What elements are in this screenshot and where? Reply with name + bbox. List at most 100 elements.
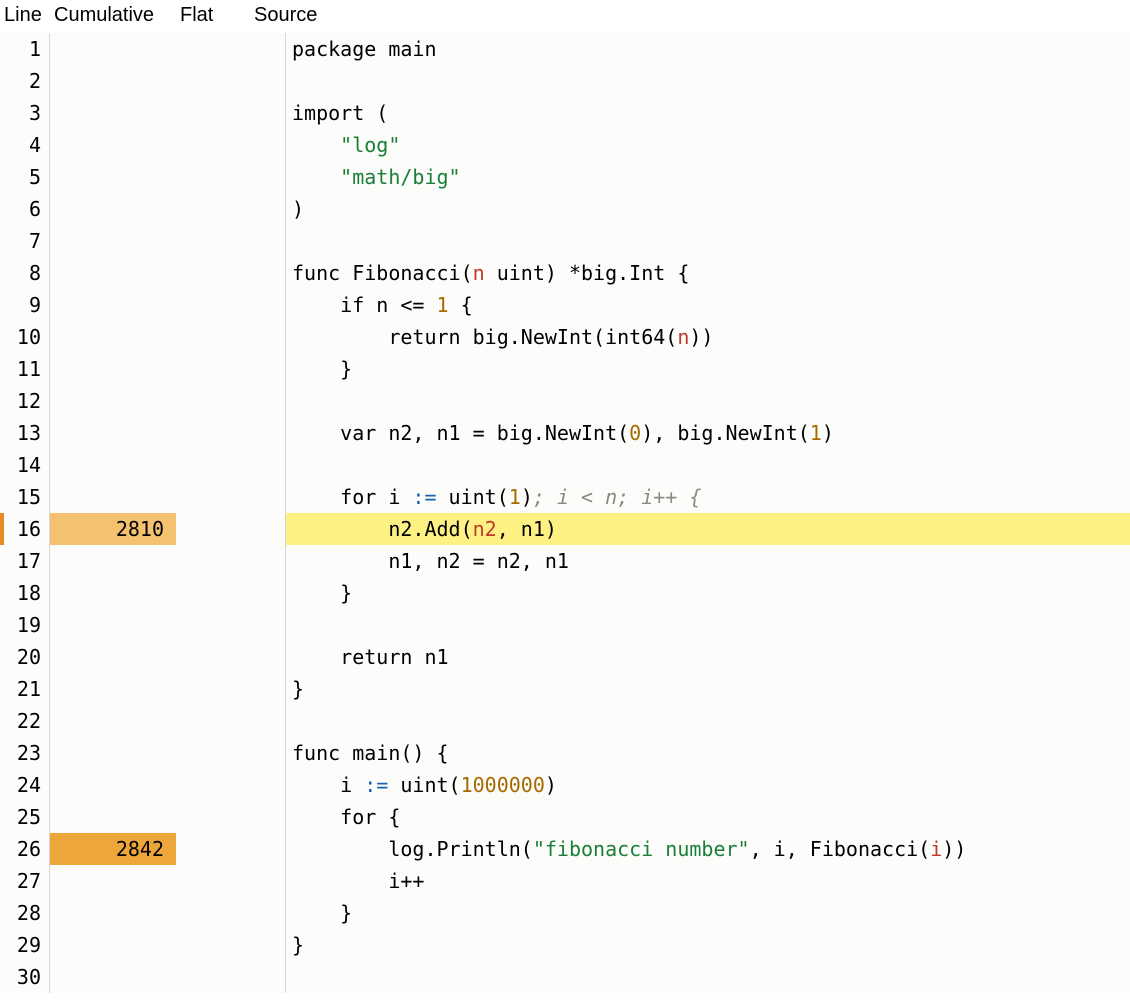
flat-value <box>176 577 240 609</box>
source-row[interactable]: 21} <box>0 673 1130 705</box>
gutter <box>240 417 286 449</box>
source-row[interactable]: 14 <box>0 449 1130 481</box>
source-code: n1, n2 = n2, n1 <box>286 545 1130 577</box>
source-row[interactable]: 15 for i := uint(1); i < n; i++ { <box>0 481 1130 513</box>
gutter <box>240 801 286 833</box>
source-row[interactable]: 18 } <box>0 577 1130 609</box>
flat-value <box>176 161 240 193</box>
source-row[interactable]: 8 func Fibonacci(n uint) *big.Int { <box>0 257 1130 289</box>
source-code <box>286 65 1130 97</box>
cumulative-value <box>50 289 176 321</box>
gutter <box>240 97 286 129</box>
source-row[interactable]: 262842 log.Println("fibonacci number", i… <box>0 833 1130 865</box>
source-code: n2.Add(n2, n1) <box>286 513 1130 545</box>
line-number: 20 <box>0 641 50 673</box>
source-row[interactable]: 11 } <box>0 353 1130 385</box>
flat-value <box>176 225 240 257</box>
flat-value <box>176 737 240 769</box>
source-row[interactable]: 1package main <box>0 33 1130 65</box>
source-row[interactable]: 7 <box>0 225 1130 257</box>
source-code: for i := uint(1); i < n; i++ { <box>286 481 1130 513</box>
source-code <box>286 225 1130 257</box>
line-number: 24 <box>0 769 50 801</box>
gutter <box>240 545 286 577</box>
source-code: i := uint(1000000) <box>286 769 1130 801</box>
column-header-flat[interactable]: Flat <box>180 4 244 27</box>
flat-value <box>176 609 240 641</box>
line-number: 8 <box>0 257 50 289</box>
source-row[interactable]: 20 return n1 <box>0 641 1130 673</box>
line-number: 13 <box>0 417 50 449</box>
source-code <box>286 449 1130 481</box>
flat-value <box>176 257 240 289</box>
source-code: i++ <box>286 865 1130 897</box>
column-header-line[interactable]: Line <box>4 4 54 27</box>
flat-value <box>176 513 240 545</box>
source-row[interactable]: 4 "log" <box>0 129 1130 161</box>
source-row[interactable]: 22 <box>0 705 1130 737</box>
source-code: } <box>286 929 1130 961</box>
source-row[interactable]: 5 "math/big" <box>0 161 1130 193</box>
line-number: 21 <box>0 673 50 705</box>
gutter <box>240 961 286 993</box>
gutter <box>240 353 286 385</box>
gutter <box>240 193 286 225</box>
line-number: 15 <box>0 481 50 513</box>
source-code: } <box>286 673 1130 705</box>
flat-value <box>176 289 240 321</box>
cumulative-value <box>50 385 176 417</box>
line-number: 28 <box>0 897 50 929</box>
column-header-cumulative[interactable]: Cumulative <box>54 4 180 27</box>
source-row[interactable]: 24 i := uint(1000000) <box>0 769 1130 801</box>
source-code: } <box>286 577 1130 609</box>
cumulative-value <box>50 193 176 225</box>
source-code: if n <= 1 { <box>286 289 1130 321</box>
flat-value <box>176 449 240 481</box>
source-code: func Fibonacci(n uint) *big.Int { <box>286 257 1130 289</box>
source-row[interactable]: 29} <box>0 929 1130 961</box>
source-row[interactable]: 23func main() { <box>0 737 1130 769</box>
source-row[interactable]: 27 i++ <box>0 865 1130 897</box>
line-number: 7 <box>0 225 50 257</box>
flat-value <box>176 321 240 353</box>
line-number: 26 <box>0 833 50 865</box>
source-row[interactable]: 13 var n2, n1 = big.NewInt(0), big.NewIn… <box>0 417 1130 449</box>
source-code: } <box>286 353 1130 385</box>
gutter <box>240 769 286 801</box>
cumulative-value <box>50 577 176 609</box>
source-row[interactable]: 28 } <box>0 897 1130 929</box>
flat-value <box>176 65 240 97</box>
source-row[interactable]: 19 <box>0 609 1130 641</box>
cumulative-value <box>50 801 176 833</box>
source-row[interactable]: 6) <box>0 193 1130 225</box>
flat-value <box>176 129 240 161</box>
source-code: } <box>286 897 1130 929</box>
source-row[interactable]: 17 n1, n2 = n2, n1 <box>0 545 1130 577</box>
cumulative-value <box>50 705 176 737</box>
line-number: 18 <box>0 577 50 609</box>
source-row[interactable]: 3import ( <box>0 97 1130 129</box>
source-row[interactable]: 9 if n <= 1 { <box>0 289 1130 321</box>
cumulative-value <box>50 897 176 929</box>
gutter <box>240 65 286 97</box>
line-number: 17 <box>0 545 50 577</box>
flat-value <box>176 385 240 417</box>
column-header-source[interactable]: Source <box>244 4 1130 27</box>
line-number: 10 <box>0 321 50 353</box>
flat-value <box>176 417 240 449</box>
source-row[interactable]: 12 <box>0 385 1130 417</box>
flat-value <box>176 865 240 897</box>
source-row[interactable]: 2 <box>0 65 1130 97</box>
gutter <box>240 129 286 161</box>
cumulative-value <box>50 65 176 97</box>
gutter <box>240 385 286 417</box>
cumulative-value <box>50 449 176 481</box>
cumulative-value <box>50 321 176 353</box>
source-row[interactable]: 30 <box>0 961 1130 993</box>
source-row[interactable]: 10 return big.NewInt(int64(n)) <box>0 321 1130 353</box>
line-number: 23 <box>0 737 50 769</box>
line-number: 9 <box>0 289 50 321</box>
source-row[interactable]: 25 for { <box>0 801 1130 833</box>
source-row[interactable]: 162810 n2.Add(n2, n1) <box>0 513 1130 545</box>
cumulative-value <box>50 961 176 993</box>
